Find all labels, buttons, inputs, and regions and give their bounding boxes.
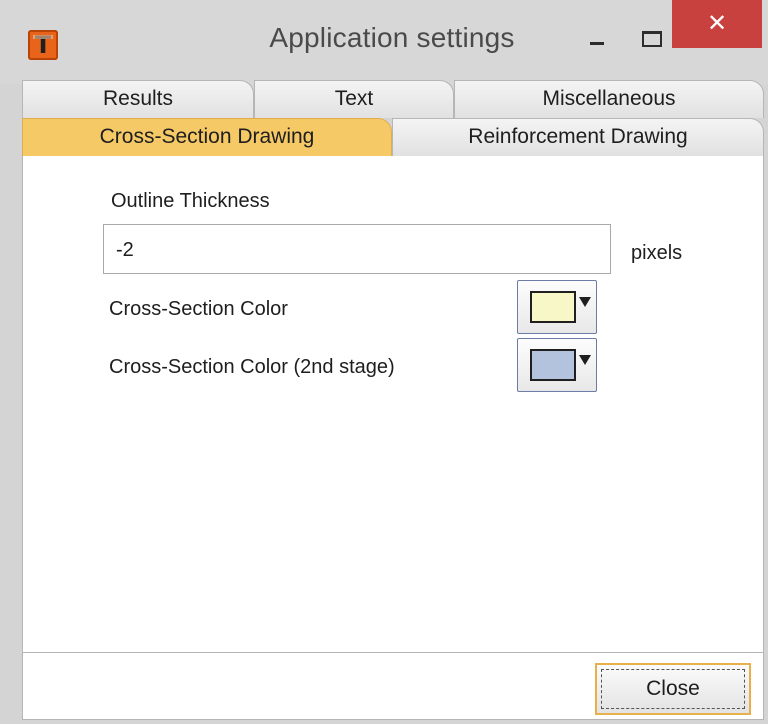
cross-section-color-2nd-swatch (530, 349, 576, 381)
cross-section-color-2nd-label: Cross-Section Color (2nd stage) (109, 356, 395, 378)
minimize-button[interactable] (574, 28, 622, 62)
tab-row-bottom: Cross-Section Drawing Reinforcement Draw… (22, 118, 764, 156)
cross-section-color-label: Cross-Section Color (109, 298, 288, 320)
maximize-icon (642, 31, 662, 47)
cross-section-color-picker[interactable] (517, 280, 597, 334)
cross-section-color-2nd-picker[interactable] (517, 338, 597, 392)
dialog-footer: Close (22, 652, 764, 720)
settings-window: T Application settings ✕ Results Text Mi… (0, 0, 768, 724)
title-bar[interactable]: T Application settings ✕ (0, 0, 768, 84)
tab-miscellaneous[interactable]: Miscellaneous (454, 80, 764, 118)
tab-results[interactable]: Results (22, 80, 254, 118)
tab-text[interactable]: Text (254, 80, 454, 118)
tab-reinforcement-drawing[interactable]: Reinforcement Drawing (392, 118, 764, 156)
cross-section-color-swatch (530, 291, 576, 323)
tab-row-top: Results Text Miscellaneous (22, 80, 764, 118)
dropdown-arrow-icon (579, 355, 591, 365)
outline-thickness-label: Outline Thickness (111, 190, 270, 212)
tab-content-panel: Outline Thickness -2 pixels Cross-Sectio… (22, 156, 764, 652)
tab-cross-section-drawing[interactable]: Cross-Section Drawing (22, 118, 392, 156)
close-icon: ✕ (706, 9, 728, 37)
close-window-button[interactable]: ✕ (672, 0, 762, 48)
minimize-icon (590, 42, 604, 45)
outline-thickness-input[interactable]: -2 (103, 224, 611, 274)
maximize-button[interactable] (628, 24, 676, 58)
dropdown-arrow-icon (579, 297, 591, 307)
close-button[interactable]: Close (595, 663, 751, 715)
outline-thickness-unit: pixels (631, 242, 683, 264)
